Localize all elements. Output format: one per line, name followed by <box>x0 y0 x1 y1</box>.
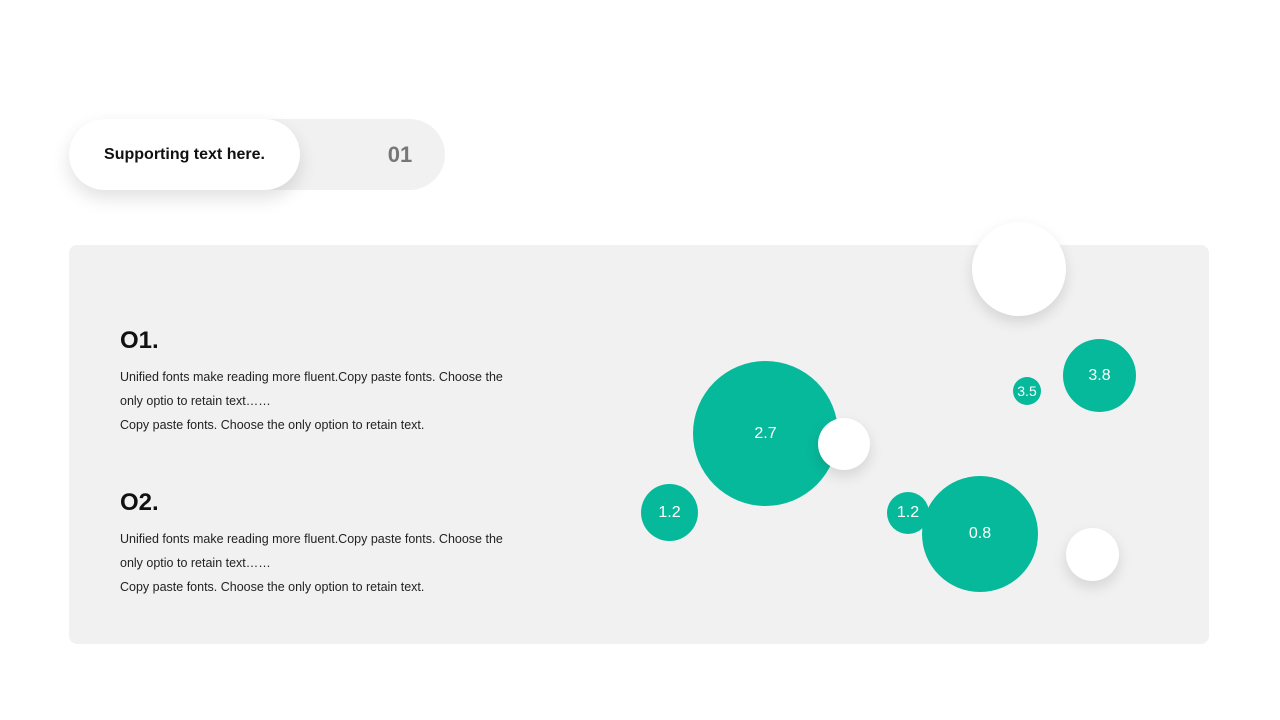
bubble-2-7: 2.7 <box>693 361 838 506</box>
bubble-3-8: 3.8 <box>1063 339 1136 412</box>
decorative-circle <box>1066 528 1119 581</box>
section-line: Copy paste fonts. Choose the only option… <box>120 580 425 594</box>
section-line: Copy paste fonts. Choose the only option… <box>120 418 425 432</box>
section-line: Unified fonts make reading more fluent.C… <box>120 370 503 384</box>
section-line: Unified fonts make reading more fluent.C… <box>120 532 503 546</box>
section-body: Unified fonts make reading more fluent.C… <box>120 527 550 599</box>
section-01: O1. Unified fonts make reading more flue… <box>120 327 550 437</box>
pill-number: 01 <box>387 141 413 167</box>
bubble-1-2-small: 1.2 <box>887 492 929 534</box>
bubble-1-2: 1.2 <box>641 484 698 541</box>
section-line: only optio to retain text…… <box>120 556 271 570</box>
decorative-circle <box>972 222 1066 316</box>
decorative-circle <box>818 418 870 470</box>
pill-label: Supporting text here. <box>69 119 300 190</box>
section-body: Unified fonts make reading more fluent.C… <box>120 365 550 437</box>
bubble-3-5: 3.5 <box>1013 377 1041 405</box>
section-line: only optio to retain text…… <box>120 394 271 408</box>
section-02: O2. Unified fonts make reading more flue… <box>120 489 550 599</box>
section-heading: O2. <box>120 489 159 516</box>
bubble-0-8: 0.8 <box>922 476 1038 592</box>
section-heading: O1. <box>120 327 159 354</box>
